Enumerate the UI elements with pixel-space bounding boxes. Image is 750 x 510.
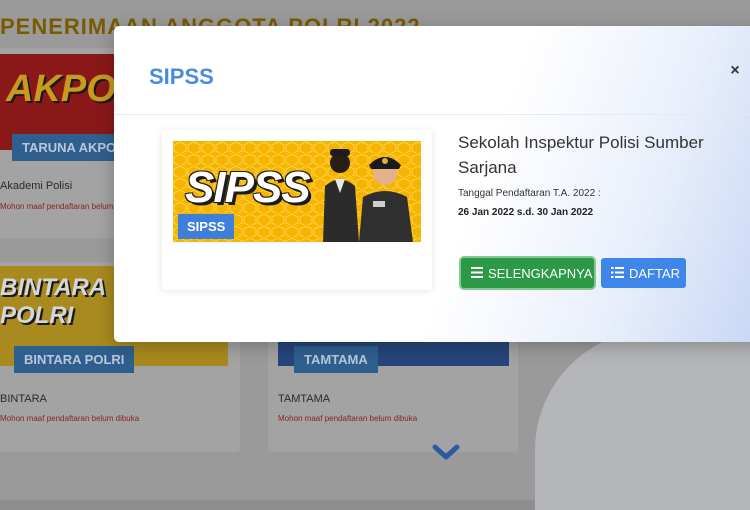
- poster-tag: SIPSS: [178, 214, 235, 239]
- program-title: Sekolah Inspektur Polisi Sumber Sarjana: [458, 133, 704, 177]
- chevron-down-icon[interactable]: [432, 444, 460, 467]
- card-tag: TAMTAMA: [294, 346, 378, 373]
- details-button[interactable]: SELENGKAPNYA: [461, 258, 594, 288]
- card-note: Mohon maaf pendaftaran belum dibuka: [278, 414, 418, 423]
- card-note: Mohon maaf pendaftaran belum dibuka: [0, 414, 140, 423]
- card-tag: BINTARA POLRI: [14, 346, 135, 373]
- card-title: BINTARA: [0, 393, 47, 405]
- program-modal: SIPSS × SIPSS SIPSS Sekolah Inspektur Po…: [114, 26, 750, 342]
- list-icon: [611, 266, 624, 281]
- hamburger-menu-icon: [471, 266, 483, 281]
- modal-header: SIPSS ×: [114, 26, 750, 115]
- registration-dates: 26 Jan 2022 s.d. 30 Jan 2022: [458, 207, 594, 218]
- close-icon[interactable]: ×: [726, 62, 744, 80]
- card-title: TAMTAMA: [278, 393, 331, 405]
- register-button[interactable]: DAFTAR: [601, 258, 686, 288]
- poster-card: SIPSS SIPSS: [162, 130, 432, 290]
- registration-label: Tanggal Pendaftaran T.A. 2022 :: [458, 188, 601, 199]
- modal-title: SIPSS: [149, 64, 214, 89]
- decorative-shape: [535, 330, 750, 510]
- details-button-label: SELENGKAPNYA: [488, 265, 593, 281]
- poster-title-text: SIPSS: [185, 163, 311, 212]
- register-button-label: DAFTAR: [629, 265, 681, 281]
- card-banner-text: BINTARA POLRI: [0, 274, 106, 329]
- card-title: Akademi Polisi: [0, 180, 73, 192]
